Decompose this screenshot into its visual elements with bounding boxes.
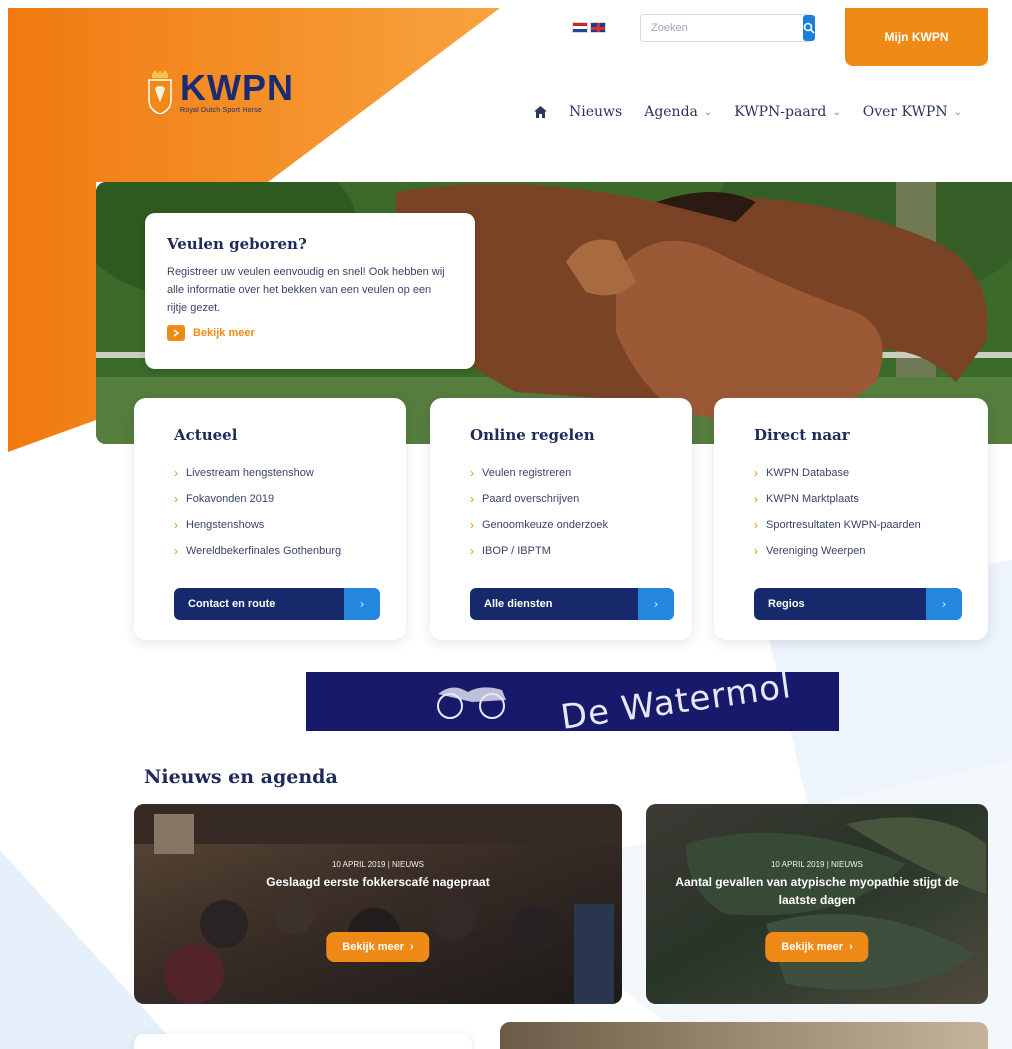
search-box (640, 14, 815, 42)
search-button[interactable] (803, 15, 815, 41)
hero-more-link[interactable]: Bekijk meer (167, 325, 453, 341)
card-link-list: Veulen registreren Paard overschrijven G… (470, 460, 652, 564)
horse-carriage-icon (437, 687, 506, 719)
chevron-right-icon: › (638, 588, 674, 620)
next-card-peek (134, 1034, 472, 1049)
news-title: Geslaagd eerste fokkerscafé nagepraat (266, 875, 490, 889)
nav-nieuws[interactable]: Nieuws (569, 104, 622, 120)
hero-promo-card: Veulen geboren? Registreer uw veulen een… (145, 213, 475, 369)
search-icon (803, 22, 815, 34)
crest-icon (148, 70, 172, 114)
language-switcher (572, 22, 606, 33)
card-direct-naar: Direct naar KWPN Database KWPN Marktplaa… (714, 398, 988, 640)
card-online-regelen: Online regelen Veulen registreren Paard … (430, 398, 692, 640)
search-input[interactable] (641, 15, 803, 41)
chevron-right-icon: › (849, 941, 853, 953)
card-link-list: KWPN Database KWPN Marktplaats Sportresu… (754, 460, 948, 564)
logo-wordmark: KWPN (180, 67, 294, 108)
chevron-right-icon: › (410, 941, 414, 953)
next-image-peek (500, 1022, 988, 1049)
chevron-down-icon: ⌄ (832, 106, 841, 118)
all-services-button[interactable]: Alle diensten › (470, 588, 674, 620)
list-item[interactable]: Paard overschrijven (470, 486, 652, 512)
list-item[interactable]: Sportresultaten KWPN-paarden (754, 512, 948, 538)
news-card[interactable]: 10 APRIL 2019 | NIEUWS Geslaagd eerste f… (134, 804, 622, 1004)
nav-home[interactable] (534, 106, 547, 118)
list-item[interactable]: Hengstenshows (174, 512, 366, 538)
list-item[interactable]: Vereniging Weerpen (754, 538, 948, 564)
list-item[interactable]: Genoomkeuze onderzoek (470, 512, 652, 538)
list-item[interactable]: Fokavonden 2019 (174, 486, 366, 512)
list-item[interactable]: Wereldbekerfinales Gothenburg (174, 538, 366, 564)
news-heading: Nieuws en agenda (144, 766, 338, 788)
news-meta: 10 APRIL 2019 | NIEUWS (331, 860, 425, 869)
card-link-list: Livestream hengstenshow Fokavonden 2019 … (174, 460, 366, 564)
chevron-right-icon: › (926, 588, 962, 620)
image-overlay (134, 804, 622, 1004)
list-item[interactable]: KWPN Marktplaats (754, 486, 948, 512)
home-icon (534, 106, 547, 118)
regios-button[interactable]: Regios › (754, 588, 962, 620)
chevron-down-icon: ⌄ (703, 106, 713, 118)
hero-title: Veulen geboren? (167, 235, 307, 253)
chevron-right-icon: › (344, 588, 380, 620)
list-item[interactable]: Veulen registreren (470, 460, 652, 486)
list-item[interactable]: KWPN Database (754, 460, 948, 486)
uk-flag-icon[interactable] (590, 22, 606, 33)
banner-text: De Watermol (558, 672, 794, 731)
news-more-button[interactable]: Bekijk meer › (765, 932, 869, 962)
account-button[interactable]: Mijn KWPN (845, 8, 988, 66)
card-title: Actueel (174, 426, 238, 444)
nav-kwpn-paard[interactable]: KWPN-paard ⌄ (734, 104, 840, 120)
nav-over-kwpn[interactable]: Over KWPN ⌄ (863, 104, 962, 120)
list-item[interactable]: IBOP / IBPTM (470, 538, 652, 564)
news-more-button[interactable]: Bekijk meer › (326, 932, 430, 962)
chevron-down-icon: ⌄ (953, 106, 962, 118)
logo-tagline: Royal Dutch Sport Horse (180, 107, 263, 114)
main-navigation: Nieuws Agenda ⌄ KWPN-paard ⌄ Over KWPN ⌄ (534, 104, 962, 120)
card-actueel: Actueel Livestream hengstenshow Fokavond… (134, 398, 406, 640)
nav-agenda[interactable]: Agenda ⌄ (644, 104, 712, 120)
arrow-right-icon (167, 325, 185, 341)
site-logo[interactable]: KWPN Royal Dutch Sport Horse (146, 70, 294, 114)
advert-banner[interactable]: De Watermol (306, 672, 839, 731)
news-meta: 10 APRIL 2019 | NIEUWS (770, 860, 864, 869)
news-card[interactable]: 10 APRIL 2019 | NIEUWS Aantal gevallen v… (646, 804, 988, 1004)
list-item[interactable]: Livestream hengstenshow (174, 460, 366, 486)
card-title: Direct naar (754, 426, 850, 444)
contact-button[interactable]: Contact en route › (174, 588, 380, 620)
dutch-flag-icon[interactable] (572, 22, 588, 33)
card-title: Online regelen (470, 426, 595, 444)
hero-text: Registreer uw veulen eenvoudig en snel! … (167, 266, 445, 314)
news-title: Aantal gevallen van atypische myopathie … (675, 875, 959, 907)
